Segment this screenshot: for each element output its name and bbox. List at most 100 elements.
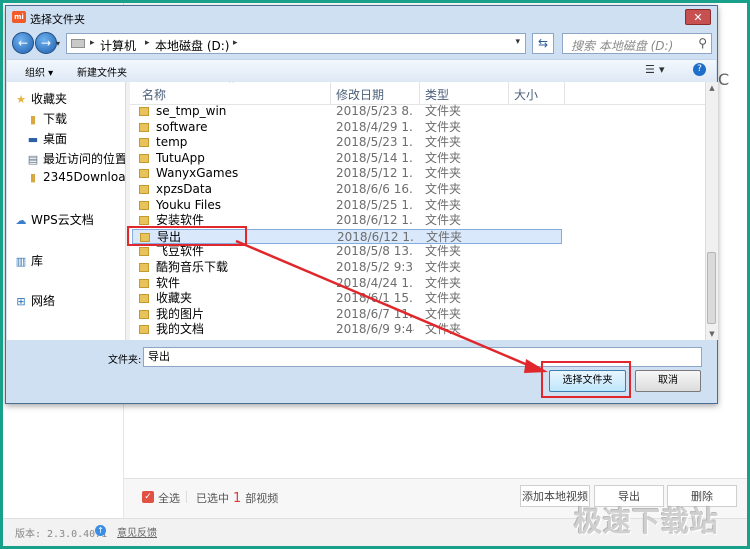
- nav-label: 最近访问的位置: [43, 152, 128, 166]
- nav-label: 下载: [43, 112, 68, 126]
- folder-icon: [139, 184, 149, 194]
- new-folder-button[interactable]: 新建文件夹: [77, 64, 127, 79]
- scrollbar-thumb[interactable]: [707, 252, 716, 324]
- nav-item-network[interactable]: ⊞ 网络: [15, 292, 133, 310]
- feedback-link[interactable]: 意见反馈: [117, 524, 157, 539]
- library-icon: ▥: [15, 255, 27, 268]
- nav-label: 收藏夹: [31, 92, 68, 106]
- nav-label: WPS云文档: [31, 213, 94, 227]
- address-bar[interactable]: ▸ 计算机 ▸ 本地磁盘 (D:) ▸ ▾: [66, 33, 526, 54]
- file-date: 2018/6/7 11...: [336, 306, 414, 321]
- folder-icon: [139, 216, 149, 226]
- column-header-date[interactable]: 修改日期: [336, 86, 384, 103]
- chevron-right-icon[interactable]: ▸: [233, 38, 238, 48]
- vertical-scrollbar[interactable]: ▲ ▼: [705, 82, 718, 340]
- nav-label: 桌面: [43, 132, 68, 146]
- refresh-button[interactable]: ⇆: [532, 33, 554, 54]
- column-header-size[interactable]: 大小: [514, 86, 538, 103]
- search-input[interactable]: 搜索 本地磁盘 (D:) ⚲: [562, 33, 712, 54]
- search-placeholder: 搜索 本地磁盘 (D:): [571, 39, 674, 53]
- file-row[interactable]: xpzsData 2018/6/6 16... 文件夹: [130, 182, 705, 198]
- file-row[interactable]: WanyxGames 2018/5/12 1... 文件夹: [130, 166, 705, 182]
- folder-icon: [139, 107, 149, 116]
- file-date: 2018/6/9 9:44: [336, 322, 414, 337]
- file-date: 2018/6/12 1...: [337, 229, 415, 244]
- refresh-icon[interactable]: C: [718, 70, 729, 89]
- nav-item-wps-cloud[interactable]: ☁ WPS云文档: [15, 211, 133, 229]
- file-date: 2018/6/1 15...: [336, 291, 414, 306]
- file-row[interactable]: Youku Files 2018/5/25 1... 文件夹: [130, 198, 705, 214]
- folder-icon: [139, 200, 149, 210]
- file-row[interactable]: 飞豆软件 2018/5/8 13... 文件夹: [130, 244, 705, 260]
- cancel-button[interactable]: 取消: [635, 370, 701, 392]
- file-date: 2018/5/25 1...: [336, 197, 414, 212]
- file-rows: se_tmp_win 2018/5/23 8... 文件夹 software 2018/…: [130, 104, 705, 338]
- file-row[interactable]: TutuApp 2018/5/14 1... 文件夹: [130, 151, 705, 167]
- file-name: software: [156, 119, 208, 134]
- sort-ascending-icon: ^: [228, 82, 235, 88]
- file-row[interactable]: 我的图片 2018/6/7 11... 文件夹: [130, 307, 705, 323]
- chevron-right-icon[interactable]: ▸: [145, 38, 150, 48]
- view-dropdown-icon[interactable]: ▾: [659, 63, 665, 76]
- view-options-icon[interactable]: ☰: [645, 63, 655, 76]
- forward-button[interactable]: →: [35, 32, 57, 54]
- column-divider[interactable]: [330, 82, 331, 104]
- breadcrumb-drive-d[interactable]: 本地磁盘 (D:): [155, 37, 229, 54]
- column-divider[interactable]: [419, 82, 420, 104]
- organize-menu[interactable]: 组织 ▾: [25, 64, 53, 79]
- file-type: 文件夹: [425, 181, 462, 196]
- column-header-name[interactable]: 名称: [142, 86, 166, 103]
- file-date: 2018/5/12 1...: [336, 166, 414, 181]
- file-date: 2018/5/8 13...: [336, 244, 414, 259]
- file-row[interactable]: software 2018/4/29 1... 文件夹: [130, 120, 705, 136]
- selected-count-text: 已选中 1 部视频: [196, 490, 278, 506]
- select-all-label[interactable]: 全选: [158, 490, 180, 506]
- file-date: 2018/4/29 1...: [336, 119, 414, 134]
- breadcrumb-computer[interactable]: 计算机: [100, 37, 136, 54]
- scroll-down-icon[interactable]: ▼: [707, 328, 717, 340]
- file-name: Youku Files: [156, 197, 222, 212]
- folder-icon: [139, 122, 149, 132]
- dialog-titlebar[interactable]: mi 选择文件夹 ✕: [6, 6, 717, 29]
- file-type: 文件夹: [425, 135, 462, 150]
- folder-icon: [139, 153, 149, 163]
- star-icon: ★: [16, 93, 26, 106]
- close-button[interactable]: ✕: [685, 9, 711, 25]
- help-icon[interactable]: ?: [693, 63, 706, 76]
- column-divider[interactable]: [564, 82, 565, 104]
- back-button[interactable]: ←: [12, 32, 34, 54]
- nav-label: 网络: [31, 294, 56, 308]
- file-row[interactable]: 酷狗音乐下载 2018/5/2 9:35 文件夹: [130, 260, 705, 276]
- file-row[interactable]: se_tmp_win 2018/5/23 8... 文件夹: [130, 104, 705, 120]
- file-type: 文件夹: [425, 322, 462, 337]
- select-all-checkbox[interactable]: ✓: [142, 491, 154, 503]
- file-type: 文件夹: [426, 229, 463, 244]
- folder-icon: [139, 294, 149, 304]
- file-row[interactable]: 收藏夹 2018/6/1 15... 文件夹: [130, 291, 705, 307]
- file-name: se_tmp_win: [156, 104, 227, 118]
- file-row[interactable]: temp 2018/5/23 1... 文件夹: [130, 135, 705, 151]
- address-dropdown-icon[interactable]: ▾: [515, 37, 520, 47]
- file-row[interactable]: 我的文档 2018/6/9 9:44 文件夹: [130, 322, 705, 338]
- file-date: 2018/6/12 1...: [336, 213, 414, 228]
- history-dropdown-icon[interactable]: ▾: [56, 39, 64, 48]
- column-divider[interactable]: [508, 82, 509, 104]
- column-header-type[interactable]: 类型: [425, 86, 449, 103]
- search-icon: ⚲: [698, 36, 707, 50]
- file-name: 收藏夹: [156, 291, 193, 306]
- dialog-toolbar: 组织 ▾ 新建文件夹 ☰ ▾ ?: [7, 59, 716, 83]
- nav-item-library[interactable]: ▥ 库: [15, 252, 133, 270]
- app-logo-icon: mi: [12, 11, 26, 23]
- file-name: TutuApp: [156, 150, 205, 165]
- selected-suffix: 部视频: [245, 492, 279, 505]
- scroll-up-icon[interactable]: ▲: [707, 82, 717, 94]
- navigation-row: ← → ▾ ▸ 计算机 ▸ 本地磁盘 (D:) ▸ ▾ ⇆ 搜索 本地磁盘 (D…: [6, 29, 717, 59]
- file-date: 2018/6/6 16...: [336, 181, 414, 196]
- file-name: xpzsData: [156, 181, 212, 196]
- chevron-right-icon[interactable]: ▸: [90, 38, 95, 48]
- nav-item-favorites[interactable]: ★ 收藏夹: [15, 90, 133, 108]
- file-row[interactable]: 软件 2018/4/24 1... 文件夹: [130, 276, 705, 292]
- file-date: 2018/5/2 9:35: [336, 259, 414, 274]
- arrow-up-icon[interactable]: ↑: [95, 525, 106, 536]
- cloud-icon: ☁: [15, 214, 27, 227]
